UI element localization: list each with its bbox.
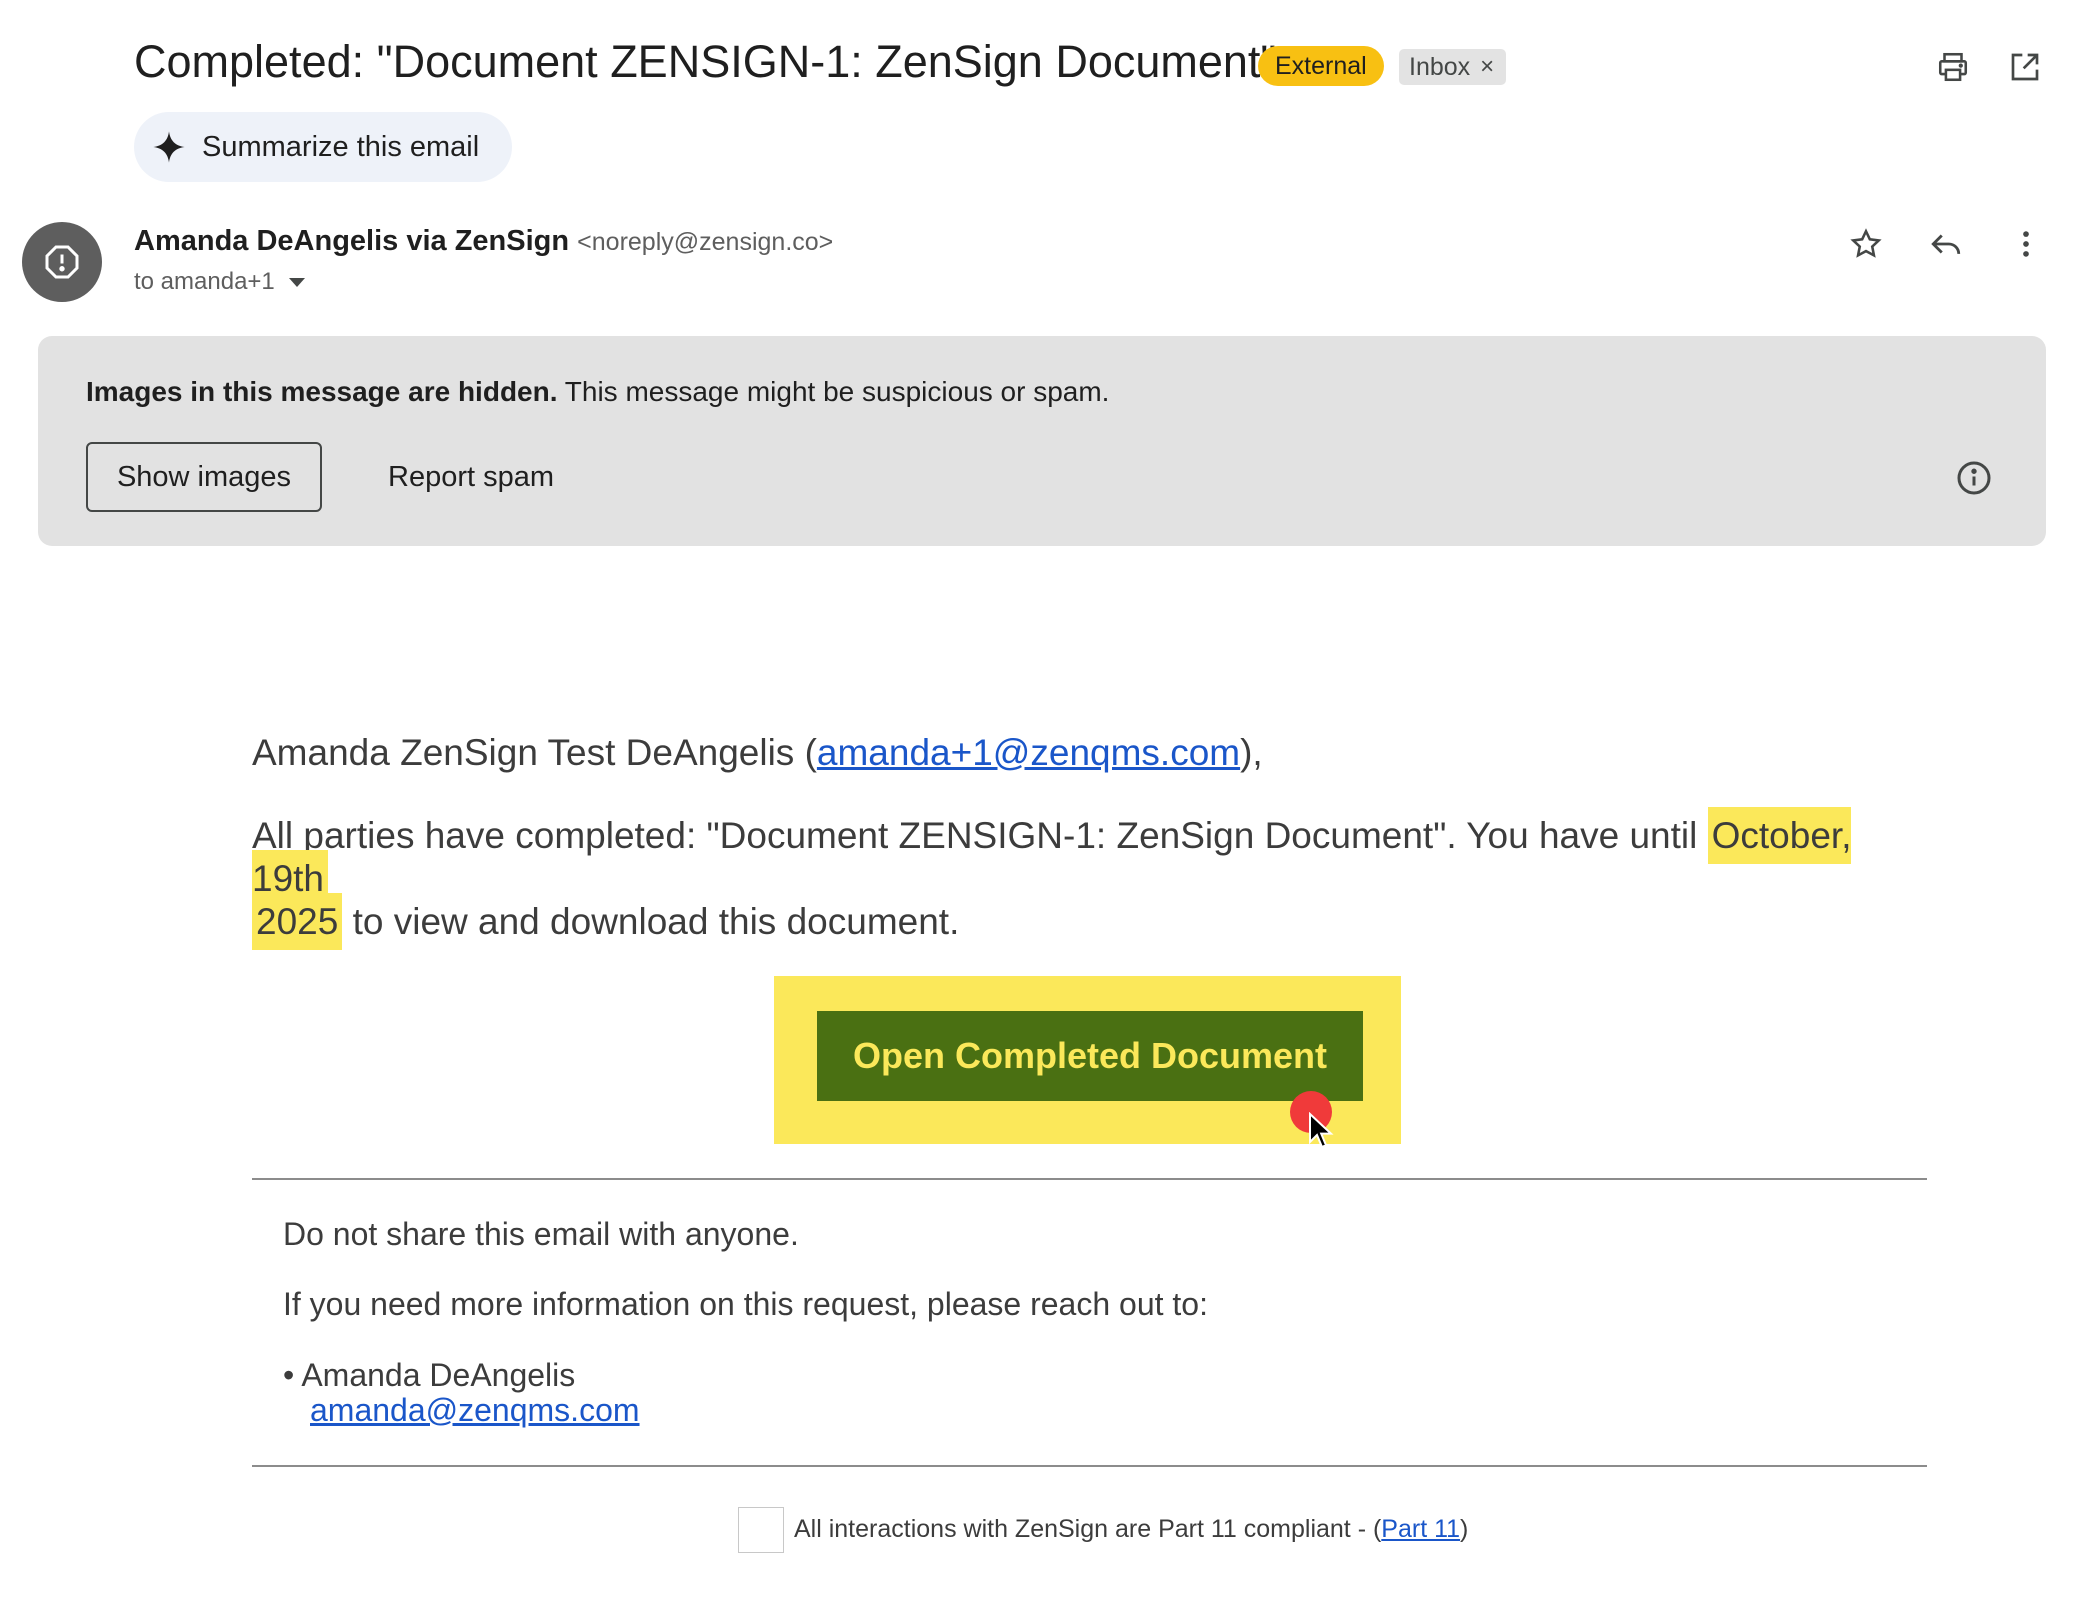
summarize-label: Summarize this email xyxy=(202,130,480,163)
inbox-label-text: Inbox xyxy=(1409,53,1471,81)
hidden-images-banner xyxy=(38,336,2046,546)
email-subject: Completed: "Document ZENSIGN-1: ZenSign … xyxy=(134,36,1277,87)
open-completed-document-button[interactable]: Open Completed Document xyxy=(817,1011,1363,1101)
divider xyxy=(252,1178,1927,1180)
deadline-year-highlight: 2025 xyxy=(252,893,343,950)
sender-line: Amanda DeAngelis via ZenSign <noreply@ze… xyxy=(134,225,833,258)
contact-email-wrapper: amanda@zenqms.com xyxy=(310,1392,640,1429)
part11-link[interactable]: Part 11 xyxy=(1381,1515,1460,1543)
more-info-text: If you need more information on this req… xyxy=(283,1286,1208,1322)
recipient-email-link[interactable]: amanda+1@zenqms.com xyxy=(817,732,1240,773)
remove-label-icon[interactable]: × xyxy=(1480,49,1494,85)
warning-octagon-icon xyxy=(45,245,79,279)
completion-text: All parties have completed: "Document ZE… xyxy=(252,815,1708,856)
mouse-pointer-icon xyxy=(1308,1111,1334,1155)
show-images-button[interactable]: Show images xyxy=(86,442,322,512)
divider xyxy=(252,1465,1927,1467)
star-icon[interactable] xyxy=(1838,216,1894,272)
banner-bold-text: Images in this message are hidden. xyxy=(86,376,558,407)
sender-avatar xyxy=(22,222,102,302)
info-icon[interactable] xyxy=(1946,450,2002,506)
chevron-down-icon xyxy=(288,277,305,287)
sparkle-icon xyxy=(153,131,185,163)
no-share-notice: Do not share this email with anyone. xyxy=(283,1216,799,1252)
contact-email-link[interactable]: amanda@zenqms.com xyxy=(310,1392,640,1428)
sender-name: Amanda DeAngelis via ZenSign xyxy=(134,225,570,257)
sender-email: <noreply@zensign.co> xyxy=(577,228,834,256)
report-spam-button[interactable]: Report spam xyxy=(362,442,580,512)
recipient-details-toggle[interactable]: to amanda+1 xyxy=(134,268,305,296)
greeting: Amanda ZenSign Test DeAngelis (amanda+1@… xyxy=(252,732,1263,774)
external-label: External xyxy=(1258,46,1384,86)
banner-message: Images in this message are hidden. This … xyxy=(86,376,1109,408)
contact-name: • Amanda DeAngelis xyxy=(283,1357,576,1393)
completion-message: All parties have completed: "Document ZE… xyxy=(252,807,1902,950)
banner-text: This message might be suspicious or spam… xyxy=(557,376,1110,407)
greeting-name: Amanda ZenSign Test DeAngelis ( xyxy=(252,732,817,773)
inbox-label[interactable]: Inbox × xyxy=(1399,49,1507,85)
compliance-text: All interactions with ZenSign are Part 1… xyxy=(794,1515,1382,1543)
recipient-summary: to amanda+1 xyxy=(134,268,275,295)
compliance-close: ) xyxy=(1460,1515,1469,1543)
more-options-icon[interactable] xyxy=(1998,216,2054,272)
open-in-new-window-icon[interactable] xyxy=(1997,39,2053,95)
hidden-image-placeholder xyxy=(738,1507,784,1553)
print-icon[interactable] xyxy=(1925,39,1981,95)
compliance-footer: All interactions with ZenSign are Part 1… xyxy=(794,1515,1468,1544)
completion-text-end: to view and download this document. xyxy=(342,901,960,942)
reply-icon[interactable] xyxy=(1918,216,1974,272)
greeting-suffix: ), xyxy=(1240,732,1263,773)
summarize-email-button[interactable]: Summarize this email xyxy=(134,112,513,182)
